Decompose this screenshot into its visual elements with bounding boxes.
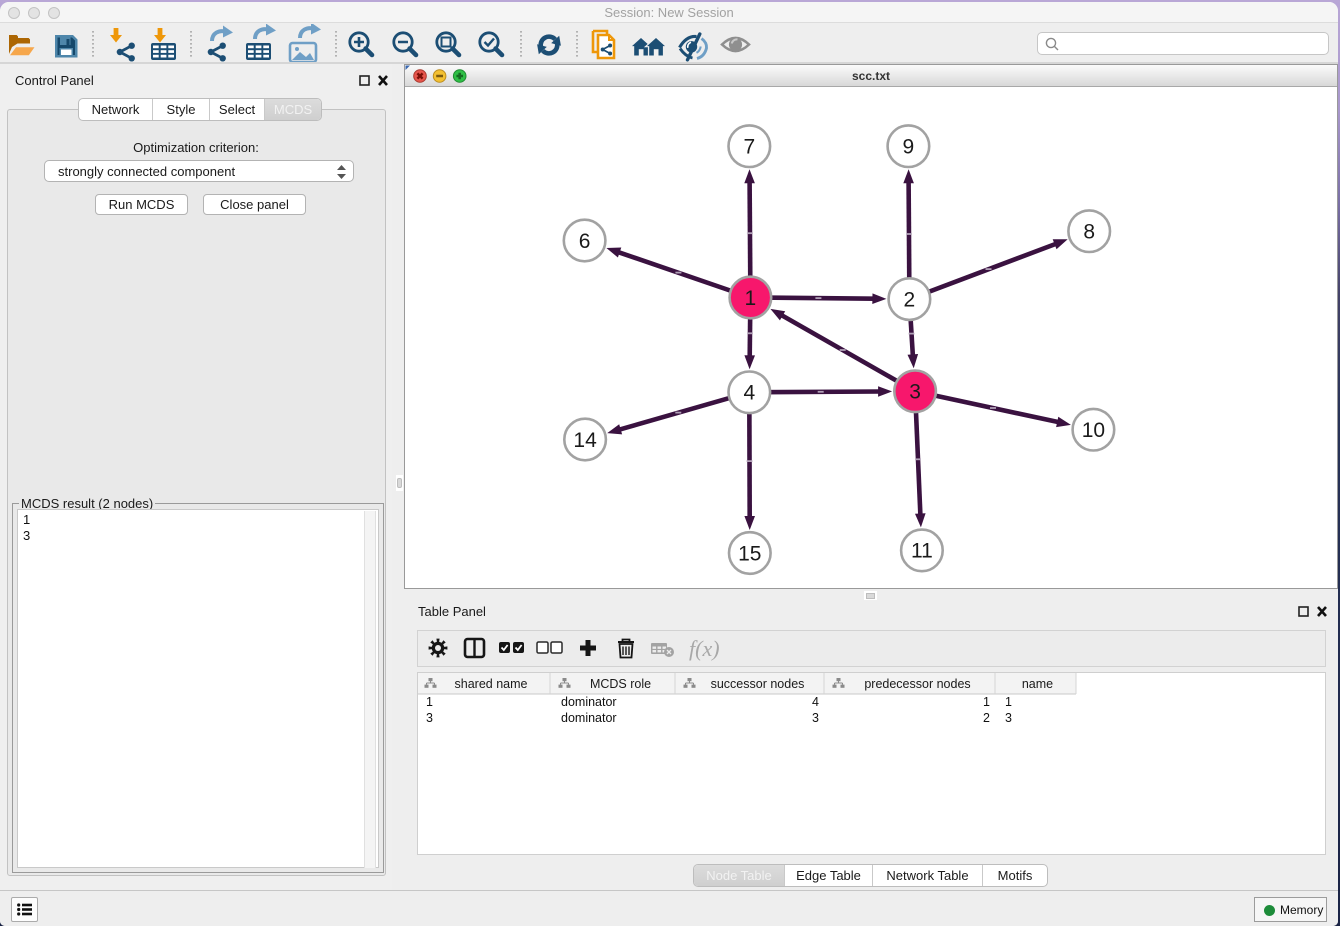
svg-text:6: 6 bbox=[579, 230, 591, 253]
svg-text:predecessor nodes: predecessor nodes bbox=[864, 677, 970, 691]
svg-text:name: name bbox=[1022, 677, 1053, 691]
svg-text:14: 14 bbox=[573, 429, 597, 452]
svg-text:shared name: shared name bbox=[455, 677, 528, 691]
svg-text:1: 1 bbox=[983, 695, 990, 709]
svg-text:2: 2 bbox=[983, 711, 990, 725]
svg-text:MCDS role: MCDS role bbox=[590, 677, 651, 691]
svg-text:dominator: dominator bbox=[561, 695, 617, 709]
svg-text:3: 3 bbox=[909, 381, 921, 404]
svg-text:2: 2 bbox=[904, 288, 916, 311]
svg-text:1: 1 bbox=[1005, 695, 1012, 709]
svg-text:1: 1 bbox=[745, 287, 757, 310]
svg-text:dominator: dominator bbox=[561, 711, 617, 725]
svg-text:4: 4 bbox=[812, 695, 819, 709]
svg-text:15: 15 bbox=[738, 542, 761, 565]
svg-text:9: 9 bbox=[903, 136, 915, 159]
svg-text:3: 3 bbox=[812, 711, 819, 725]
svg-text:successor nodes: successor nodes bbox=[711, 677, 805, 691]
svg-text:3: 3 bbox=[426, 711, 433, 725]
svg-text:3: 3 bbox=[1005, 711, 1012, 725]
svg-text:8: 8 bbox=[1083, 221, 1095, 244]
svg-text:11: 11 bbox=[911, 540, 933, 563]
svg-text:10: 10 bbox=[1082, 419, 1105, 442]
svg-text:1: 1 bbox=[426, 695, 433, 709]
svg-text:7: 7 bbox=[743, 136, 755, 159]
svg-text:f(x): f(x) bbox=[689, 636, 720, 661]
svg-text:4: 4 bbox=[743, 382, 755, 405]
